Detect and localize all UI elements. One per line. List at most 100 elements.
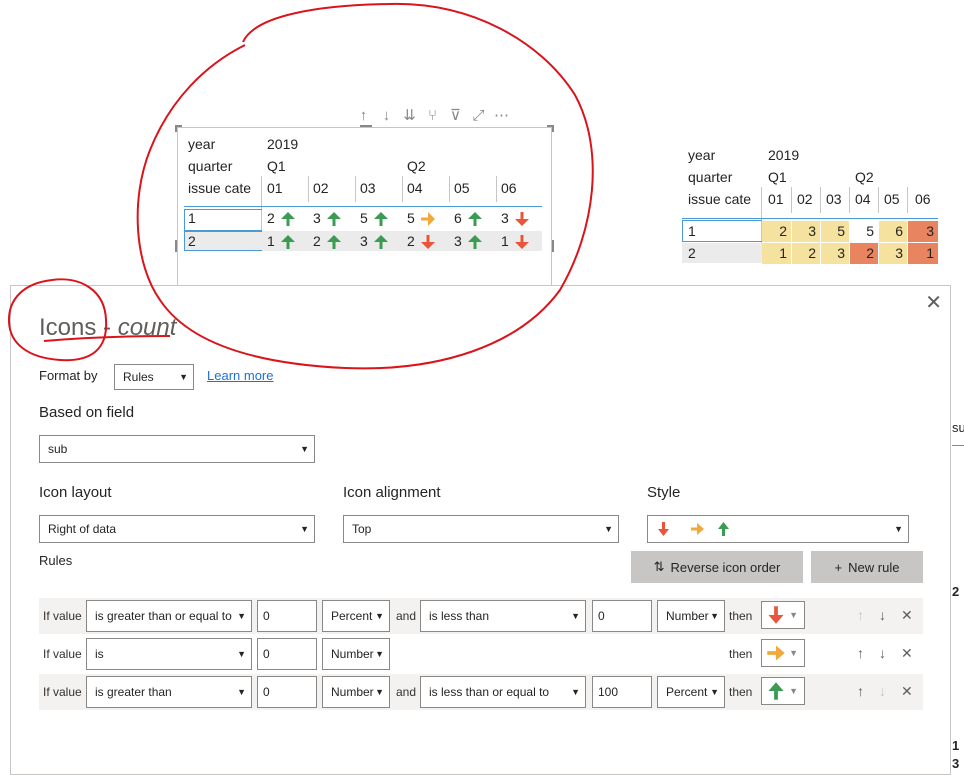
month-header: 04: [407, 180, 423, 196]
icon-alignment-dropdown[interactable]: Top ▼: [343, 515, 619, 543]
arrow-up-icon: [326, 234, 342, 252]
matrix-cell-value: 3: [454, 233, 462, 249]
icon-dropdown[interactable]: ▼: [761, 601, 805, 629]
move-down-icon[interactable]: ↓: [879, 645, 886, 661]
matrix-cell-value: 3: [501, 210, 509, 226]
type-value: Percent: [666, 685, 708, 699]
condition-value: is less than or equal to: [429, 685, 550, 699]
expand-next-level-icon[interactable]: ⇊: [398, 104, 421, 126]
arrow-up-icon: [768, 682, 784, 700]
background-text: su: [952, 420, 964, 435]
icon-dropdown[interactable]: ▼: [761, 677, 805, 705]
arrow-up-icon: [326, 211, 342, 229]
move-up-icon[interactable]: ↑: [857, 645, 864, 661]
based-on-field-label: Based on field: [39, 404, 135, 421]
move-down-icon[interactable]: ↓: [879, 683, 886, 699]
condition-dropdown[interactable]: is less than or equal to ▼: [420, 676, 586, 708]
condition-value: is greater than or equal to: [95, 609, 232, 623]
chevron-down-icon: ▼: [710, 611, 719, 621]
filter-icon[interactable]: ⊽: [444, 104, 467, 126]
matrix-cell-value: 5: [850, 221, 878, 242]
value-input[interactable]: 100: [592, 676, 652, 708]
delete-rule-icon[interactable]: ✕: [901, 645, 913, 662]
type-dropdown[interactable]: Percent ▼: [322, 600, 390, 632]
arrow-down-icon: [420, 234, 436, 252]
drill-down-icon[interactable]: ↓: [375, 104, 398, 126]
arrow-down-icon: [768, 606, 784, 624]
dialog-title-field: count: [117, 314, 177, 341]
close-icon[interactable]: ✕: [925, 290, 942, 315]
matrix-cell-value: 3: [792, 221, 820, 242]
value-input[interactable]: 0: [257, 600, 317, 632]
chevron-down-icon: ▼: [789, 610, 798, 620]
learn-more-link[interactable]: Learn more: [207, 368, 273, 383]
matrix-cell-value: 6: [454, 210, 462, 226]
matrix-visual-colors[interactable]: year quarter issue cate 2019 Q1 Q2 01 02…: [682, 145, 942, 270]
focus-mode-icon[interactable]: ⤢: [467, 104, 490, 126]
rule-row: If value is greater than ▼ 0 Number ▼ and …: [39, 674, 923, 710]
background-text: 1: [952, 738, 960, 753]
more-options-icon[interactable]: ⋯: [490, 104, 513, 126]
expand-hierarchy-icon[interactable]: ⑂: [421, 104, 444, 126]
new-rule-button[interactable]: + New rule: [811, 551, 923, 583]
arrow-right-icon: [420, 211, 436, 229]
matrix-cell-value: 2: [267, 210, 275, 226]
row-label: 1: [688, 223, 696, 239]
type-dropdown[interactable]: Number ▼: [322, 676, 390, 708]
icon-layout-dropdown[interactable]: Right of data ▼: [39, 515, 315, 543]
conditional-formatting-dialog: ✕ Icons - count Format by Rules ▼ Learn …: [10, 285, 951, 775]
icon-dropdown[interactable]: ▼: [761, 639, 805, 667]
row-header-issue: issue cate: [688, 191, 752, 207]
format-by-value: Rules: [123, 370, 154, 384]
reverse-icon-order-button[interactable]: ⇅ Reverse icon order: [631, 551, 803, 583]
delete-rule-icon[interactable]: ✕: [901, 683, 913, 700]
type-dropdown[interactable]: Number ▼: [657, 600, 725, 632]
month-header: 02: [313, 180, 329, 196]
chevron-down-icon: ▼: [604, 524, 613, 534]
value-input[interactable]: 0: [257, 676, 317, 708]
type-dropdown[interactable]: Number ▼: [322, 638, 390, 670]
month-header: 05: [884, 191, 900, 207]
condition-dropdown[interactable]: is greater than or equal to ▼: [86, 600, 252, 632]
condition-dropdown[interactable]: is greater than ▼: [86, 676, 252, 708]
matrix-cell-value: 5: [407, 210, 415, 226]
value-text: 0: [263, 609, 270, 623]
chevron-down-icon: ▼: [237, 649, 246, 659]
matrix-visual-icons[interactable]: year quarter issue cate 2019 Q1 Q2 01 02…: [175, 125, 554, 287]
move-up-icon[interactable]: ↑: [857, 607, 864, 623]
type-dropdown[interactable]: Percent ▼: [657, 676, 725, 708]
format-by-dropdown[interactable]: Rules ▼: [114, 364, 194, 390]
chevron-down-icon: ▼: [179, 372, 188, 382]
style-dropdown[interactable]: ▼: [647, 515, 909, 543]
visual-header-toolbar: ↑ ↓ ⇊ ⑂ ⊽ ⤢ ⋯: [352, 104, 513, 126]
arrow-up-icon: [280, 211, 296, 229]
matrix-cell-value: 5: [360, 210, 368, 226]
move-down-icon[interactable]: ↓: [879, 607, 886, 623]
delete-rule-icon[interactable]: ✕: [901, 607, 913, 624]
year-value: 2019: [267, 136, 299, 152]
matrix-cell-value: 3: [360, 233, 368, 249]
based-on-field-dropdown[interactable]: sub ▼: [39, 435, 315, 463]
value-input[interactable]: 0: [592, 600, 652, 632]
value-input[interactable]: 0: [257, 638, 317, 670]
type-value: Number: [666, 609, 709, 623]
matrix-cell-value: 1: [908, 243, 938, 264]
condition-dropdown[interactable]: is ▼: [86, 638, 252, 670]
arrow-up-icon: [467, 211, 483, 229]
chevron-down-icon: ▼: [375, 611, 384, 621]
style-icon-set: [658, 522, 729, 536]
condition-value: is greater than: [95, 685, 172, 699]
matrix-cell-value: 2: [850, 243, 878, 264]
condition-dropdown[interactable]: is less than ▼: [420, 600, 586, 632]
rule-row: If value is greater than or equal to ▼ 0 …: [39, 598, 923, 634]
row-header-quarter: quarter: [688, 169, 733, 185]
matrix-cell-value: 2: [407, 233, 415, 249]
condition-value: is less than: [429, 609, 490, 623]
arrow-right-icon: [767, 645, 785, 661]
format-by-label: Format by: [39, 368, 98, 383]
month-header: 03: [360, 180, 376, 196]
move-up-icon[interactable]: ↑: [857, 683, 864, 699]
arrow-up-icon: [373, 211, 389, 229]
drill-up-icon[interactable]: ↑: [352, 104, 375, 126]
chevron-down-icon: ▼: [571, 687, 580, 697]
